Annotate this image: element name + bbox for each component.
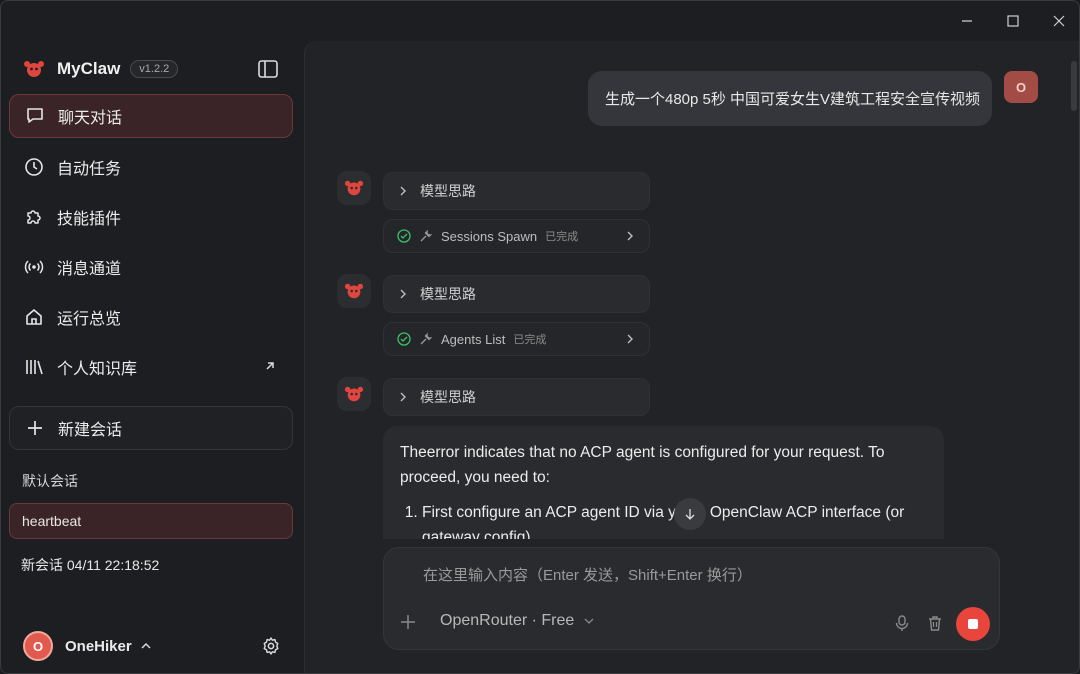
- maximize-button[interactable]: [998, 9, 1028, 33]
- nav-label-overview: 运行总览: [57, 311, 122, 328]
- tool-name: Sessions Spawn: [441, 228, 538, 244]
- clock-icon: [23, 156, 45, 178]
- plus-icon: [24, 417, 46, 439]
- check-circle-icon: [397, 229, 411, 243]
- avatar: O: [23, 631, 53, 661]
- wrench-icon: [420, 332, 433, 345]
- thinking-toggle[interactable]: 模型思路: [383, 378, 650, 416]
- chevron-right-icon: [400, 392, 406, 402]
- answer-paragraph: Theerror indicates that no ACP agent is …: [400, 444, 885, 486]
- assistant-message: Theerror indicates that no ACP agent is …: [383, 426, 944, 539]
- minimize-icon: [962, 20, 972, 22]
- nav-item-knowledge-base[interactable]: 个人知识库: [9, 345, 293, 389]
- tool-name: Agents List: [441, 331, 506, 347]
- user-avatar: O: [1004, 71, 1038, 103]
- sidebar-toggle-icon[interactable]: [257, 58, 279, 80]
- scrollbar[interactable]: [1071, 61, 1077, 111]
- chevron-right-icon: [627, 334, 633, 344]
- chevron-right-icon: [627, 231, 633, 241]
- session-item-heartbeat[interactable]: heartbeat: [9, 503, 293, 539]
- version-badge: v1.2.2: [130, 60, 179, 78]
- new-chat-button[interactable]: 新建会话: [9, 406, 293, 450]
- bot-avatar: [337, 377, 371, 411]
- nav-label-channels: 消息通道: [57, 261, 122, 278]
- bot-avatar: [337, 171, 371, 205]
- wrench-icon: [420, 229, 433, 242]
- tool-status: 已完成: [545, 231, 579, 243]
- chevron-up-icon: [141, 642, 151, 649]
- close-icon: [1053, 15, 1065, 27]
- stop-button[interactable]: [956, 607, 990, 641]
- user-message-bubble: 生成一个480p 5秒 中国可爱女生V建筑工程安全宣传视频: [588, 71, 992, 126]
- nav-label-chat: 聊天对话: [58, 110, 123, 127]
- puzzle-icon: [23, 206, 45, 228]
- user-message-text: 生成一个480p 5秒 中国可爱女生V建筑工程安全宣传视频: [605, 91, 981, 108]
- home-icon: [23, 306, 45, 328]
- close-button[interactable]: [1044, 9, 1074, 33]
- claw-logo-icon: [24, 61, 44, 77]
- user-menu[interactable]: O OneHiker: [23, 631, 152, 661]
- nav-label-tasks: 自动任务: [57, 161, 122, 178]
- title-bar: [1, 1, 1079, 41]
- nav-label-plugins: 技能插件: [57, 211, 122, 228]
- arrow-down-icon: [685, 509, 695, 520]
- app-window: MyClaw v1.2.2 聊天对话 自动任务 技能插件 消息通道 运行总览 个…: [0, 0, 1080, 674]
- model-selector[interactable]: OpenRouter · Free: [440, 612, 594, 630]
- list-item-text-a: First configure an ACP agent ID via y: [422, 504, 676, 521]
- claw-logo-icon: [344, 283, 364, 299]
- nav-item-plugins[interactable]: 技能插件: [9, 195, 293, 239]
- new-chat-label: 新建会话: [58, 422, 123, 439]
- brand: MyClaw v1.2.2: [23, 55, 179, 83]
- broadcast-icon: [23, 256, 45, 278]
- nav-item-overview[interactable]: 运行总览: [9, 295, 293, 339]
- scroll-to-bottom-button[interactable]: [674, 498, 706, 530]
- minimize-button[interactable]: [952, 9, 982, 33]
- user-name: OneHiker: [65, 637, 132, 655]
- stop-icon: [968, 619, 978, 629]
- claw-logo-icon: [344, 180, 364, 196]
- nav-item-tasks[interactable]: 自动任务: [9, 145, 293, 189]
- session-item-new[interactable]: 新会话 04/11 22:18:52: [9, 547, 293, 583]
- thinking-label: 模型思路: [420, 183, 476, 199]
- chat-bubble-icon: [24, 105, 46, 127]
- library-icon: [23, 356, 45, 378]
- chevron-right-icon: [400, 186, 406, 196]
- thinking-toggle[interactable]: 模型思路: [383, 172, 650, 210]
- chevron-down-icon: [584, 618, 594, 624]
- nav-item-channels[interactable]: 消息通道: [9, 245, 293, 289]
- thinking-label: 模型思路: [420, 389, 476, 405]
- trash-icon[interactable]: [926, 614, 944, 632]
- external-link-icon: [266, 362, 274, 370]
- gear-icon[interactable]: [261, 636, 281, 656]
- attach-plus-icon[interactable]: [400, 614, 416, 630]
- claw-logo-icon: [344, 386, 364, 402]
- nav-label-knowledge-base: 个人知识库: [57, 361, 138, 378]
- bot-avatar: [337, 274, 371, 308]
- chat-panel: 生成一个480p 5秒 中国可爱女生V建筑工程安全宣传视频 O 模型思路 Ses…: [304, 41, 1079, 673]
- sidebar: MyClaw v1.2.2 聊天对话 自动任务 技能插件 消息通道 运行总览 个…: [1, 41, 303, 673]
- chevron-right-icon: [400, 289, 406, 299]
- message-input[interactable]: [423, 564, 963, 586]
- thinking-toggle[interactable]: 模型思路: [383, 275, 650, 313]
- thinking-label: 模型思路: [420, 286, 476, 302]
- app-name: MyClaw: [57, 59, 121, 78]
- check-circle-icon: [397, 332, 411, 346]
- session-section-title: 默认会话: [22, 473, 78, 489]
- nav-item-chat[interactable]: 聊天对话: [9, 94, 293, 138]
- microphone-icon[interactable]: [893, 614, 911, 632]
- tool-call-agents-list[interactable]: Agents List 已完成: [383, 322, 650, 356]
- model-label: OpenRouter · Free: [440, 612, 575, 629]
- tool-call-sessions-spawn[interactable]: Sessions Spawn 已完成: [383, 219, 650, 253]
- tool-status: 已完成: [513, 334, 547, 346]
- message-composer: OpenRouter · Free: [383, 547, 1000, 650]
- maximize-icon: [1007, 15, 1019, 27]
